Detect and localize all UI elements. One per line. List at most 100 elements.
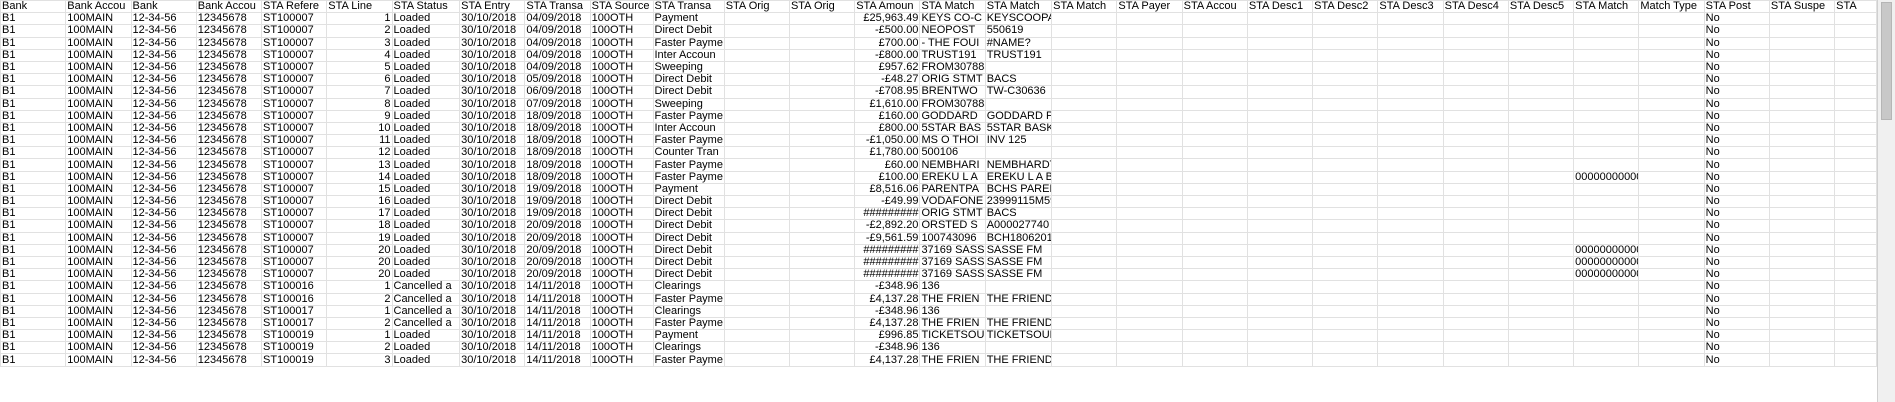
table-cell[interactable]: 136 [919,280,986,294]
table-cell[interactable] [1768,219,1836,233]
table-cell[interactable]: 550619 [984,24,1053,38]
table-cell[interactable] [1768,60,1836,75]
table-cell[interactable]: 20 [326,268,393,282]
table-cell[interactable] [1768,353,1836,367]
table-cell[interactable]: 37169 SASS [919,255,986,270]
table-cell[interactable] [1573,219,1640,233]
table-cell[interactable]: 000000000005 [1573,255,1640,270]
table-cell[interactable] [1573,329,1640,343]
column-header[interactable]: STA Match [984,0,1053,14]
table-cell[interactable]: No [1703,219,1770,233]
table-cell[interactable]: 14 [326,170,393,184]
table-cell[interactable]: ST100007 [260,48,328,62]
table-cell[interactable]: B1 [0,329,67,343]
table-cell[interactable]: B1 [0,158,67,172]
table-cell[interactable] [1377,73,1444,87]
table-cell[interactable] [1051,231,1118,245]
table-cell[interactable] [1377,219,1444,233]
table-cell[interactable]: 12-34-56 [130,12,197,26]
table-cell[interactable]: 100MAIN [65,329,132,343]
table-cell[interactable] [1377,194,1444,209]
table-cell[interactable] [1573,207,1640,221]
table-cell[interactable] [1051,353,1118,367]
table-cell[interactable] [1246,73,1314,87]
table-cell[interactable] [1377,341,1444,355]
table-cell[interactable]: No [1703,304,1770,318]
table-cell[interactable]: 30/10/2018 [459,243,526,257]
table-cell[interactable]: TICKETSOURCE267275 [984,329,1053,343]
table-cell[interactable]: ST100019 [260,353,328,367]
table-cell[interactable]: FROM30788311595060 [919,60,986,75]
table-cell[interactable] [1638,12,1705,26]
table-cell[interactable] [1507,36,1575,50]
table-cell[interactable]: 30/10/2018 [459,353,526,367]
table-cell[interactable] [1312,194,1379,209]
table-cell[interactable] [1181,292,1248,306]
table-cell[interactable] [1638,134,1705,148]
table-cell[interactable] [1834,24,1877,38]
table-cell[interactable] [788,12,856,26]
table-cell[interactable] [984,60,1053,75]
table-cell[interactable]: No [1703,231,1770,245]
table-cell[interactable]: KEYS CO-C [919,12,986,26]
table-cell[interactable] [1051,158,1118,172]
table-cell[interactable]: 100MAIN [65,255,132,270]
column-header[interactable]: STA Match [919,0,986,14]
table-cell[interactable] [723,109,790,123]
table-cell[interactable] [1638,219,1705,233]
table-cell[interactable] [1312,121,1379,136]
table-cell[interactable]: 100MAIN [65,85,132,99]
table-cell[interactable] [1051,194,1118,209]
table-cell[interactable]: ST100007 [260,36,328,50]
table-cell[interactable] [1638,158,1705,172]
table-cell[interactable] [1768,292,1836,306]
table-cell[interactable]: No [1703,316,1770,331]
table-cell[interactable]: 136 [919,304,986,318]
table-cell[interactable]: 04/09/2018 [524,36,591,50]
table-cell[interactable]: Direct Debit [652,219,725,233]
table-cell[interactable]: 3 [326,36,393,50]
table-cell[interactable]: 04/09/2018 [524,12,591,26]
table-cell[interactable]: 30/10/2018 [459,24,526,38]
table-cell[interactable] [1051,121,1118,136]
table-cell[interactable] [1507,329,1575,343]
table-cell[interactable] [788,182,856,197]
table-cell[interactable] [1312,97,1379,111]
table-cell[interactable]: No [1703,36,1770,50]
table-cell[interactable]: 100OTH [589,280,654,294]
table-cell[interactable]: ST100019 [260,341,328,355]
table-cell[interactable] [1312,146,1379,160]
table-cell[interactable] [1638,243,1705,257]
table-cell[interactable] [1573,182,1640,197]
table-cell[interactable] [1377,170,1444,184]
table-cell[interactable] [1573,24,1640,38]
table-cell[interactable] [1834,243,1877,257]
table-cell[interactable]: BCH18062018 [984,231,1053,245]
table-cell[interactable]: 14/11/2018 [524,329,591,343]
table-cell[interactable] [1507,97,1575,111]
table-cell[interactable]: 9 [326,109,393,123]
table-cell[interactable]: 30/10/2018 [459,268,526,282]
table-cell[interactable]: -£348.96 [854,280,921,294]
table-cell[interactable] [1051,48,1118,62]
table-cell[interactable] [984,146,1053,160]
table-cell[interactable]: SASSE FM [984,243,1053,257]
table-cell[interactable] [723,24,790,38]
table-cell[interactable] [1507,48,1575,62]
table-cell[interactable] [1834,158,1877,172]
table-cell[interactable]: ST100007 [260,231,328,245]
table-cell[interactable]: 20/09/2018 [524,219,591,233]
table-cell[interactable] [1246,207,1314,221]
table-cell[interactable] [1638,146,1705,160]
table-cell[interactable] [1442,316,1509,331]
table-cell[interactable]: 30/10/2018 [459,97,526,111]
table-cell[interactable] [1051,73,1118,87]
table-cell[interactable]: 100OTH [589,268,654,282]
table-cell[interactable] [788,207,856,221]
table-cell[interactable] [1181,194,1248,209]
table-cell[interactable]: Loaded [391,36,461,50]
table-cell[interactable]: THE FRIENDS OF LAN [984,292,1053,306]
table-cell[interactable]: 2 [326,24,393,38]
table-cell[interactable]: Cancelled a [391,280,461,294]
table-cell[interactable] [1638,316,1705,331]
